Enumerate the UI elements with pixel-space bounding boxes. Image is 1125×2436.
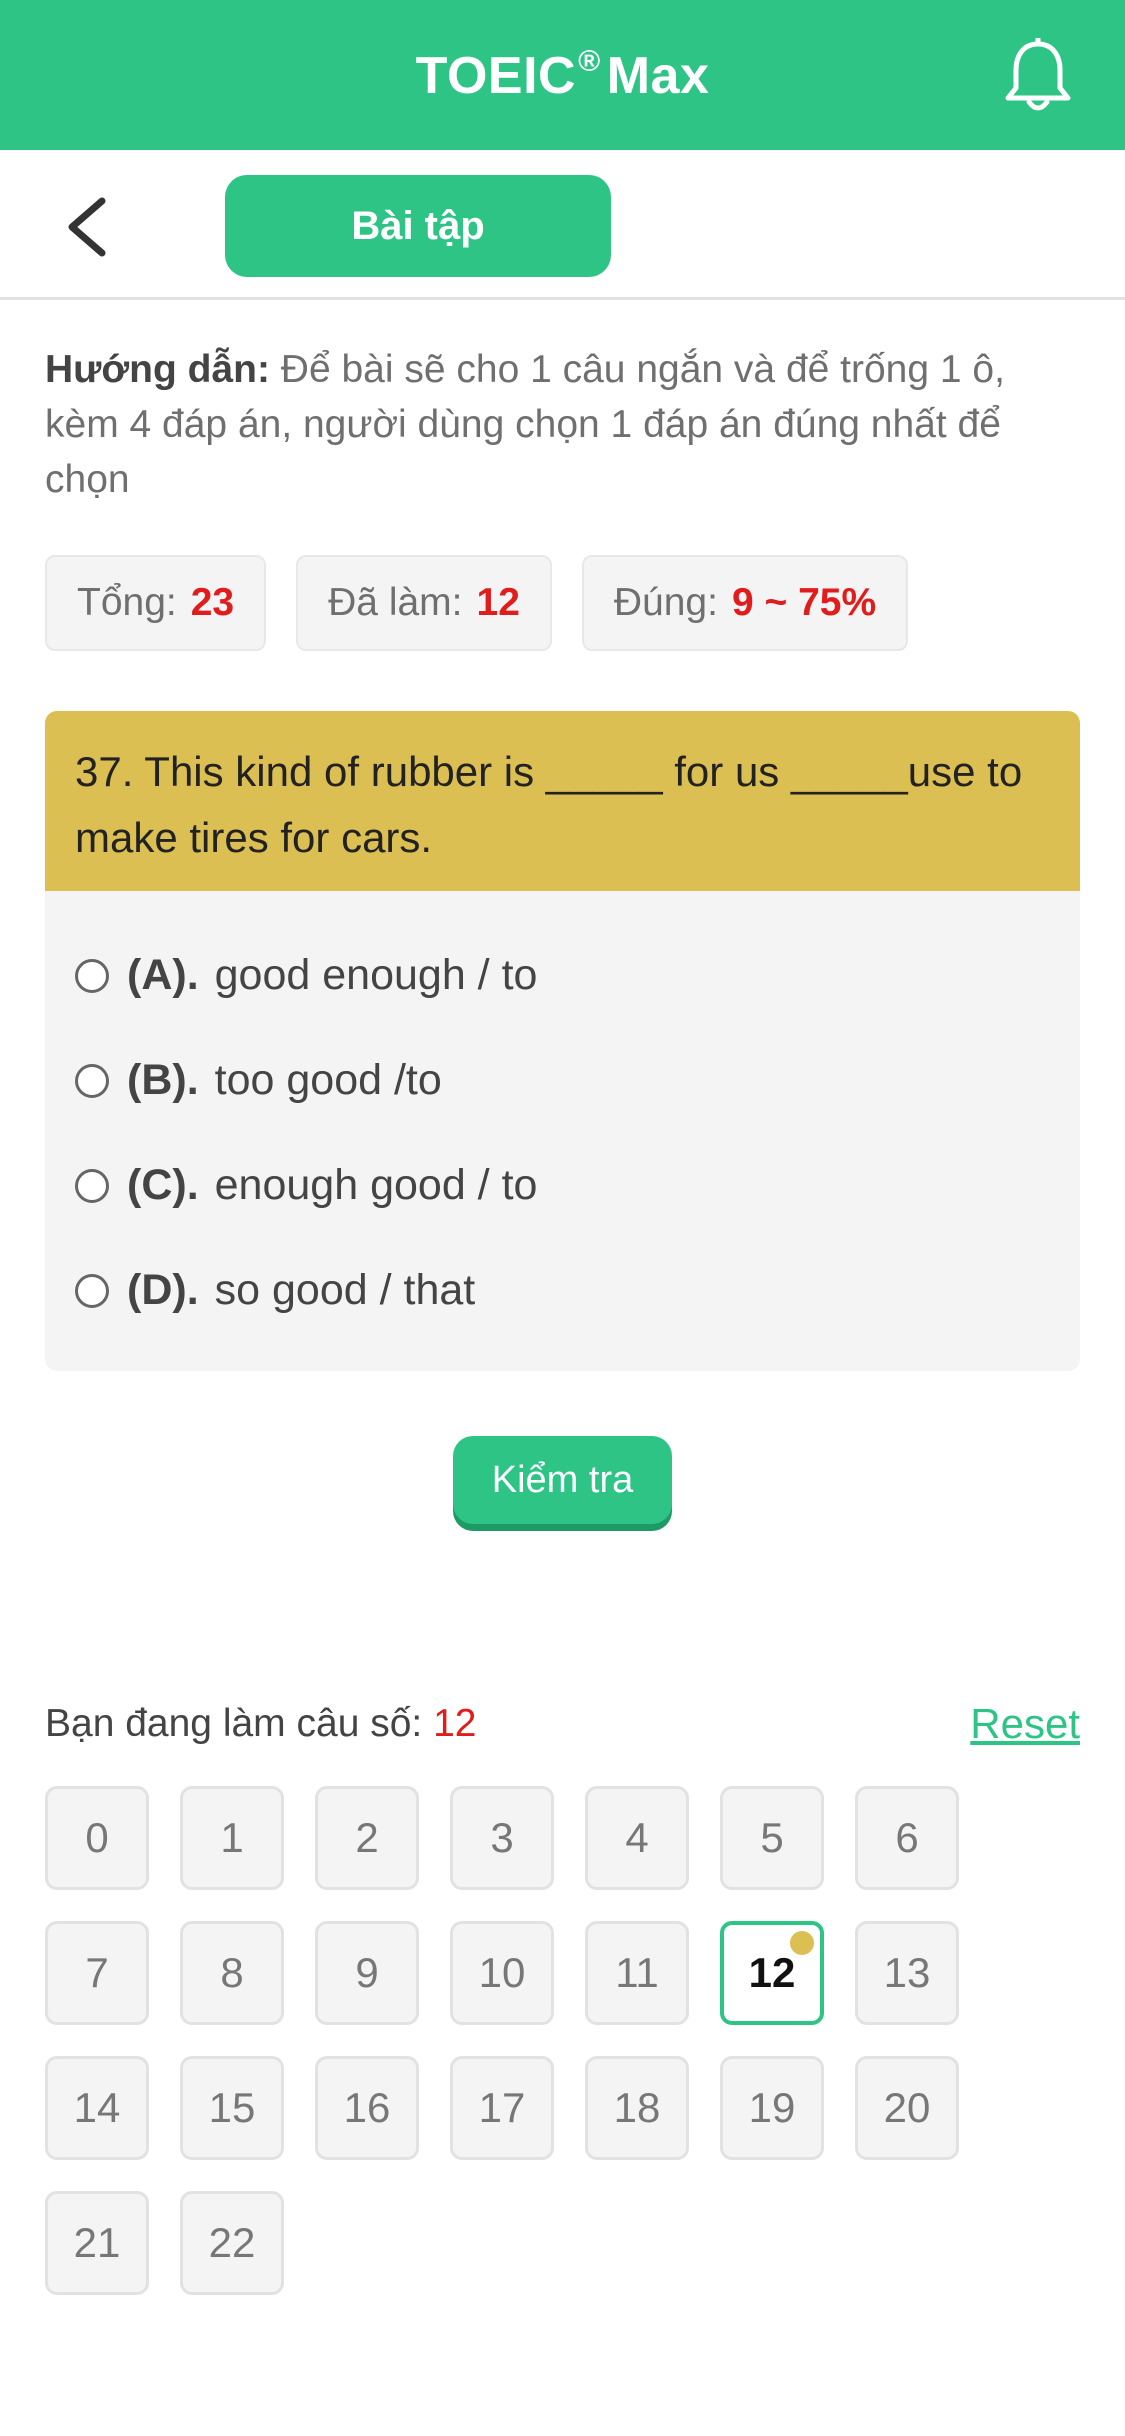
question-cell[interactable]: 10 — [450, 1921, 554, 2025]
option-a[interactable]: (A). good enough / to — [75, 951, 537, 1000]
question-cell-number: 12 — [748, 1949, 796, 1996]
question-cell[interactable]: 16 — [315, 2056, 419, 2160]
radio-icon[interactable] — [75, 1273, 109, 1308]
option-d[interactable]: (D). so good / that — [75, 1266, 475, 1315]
question-grid: 0 1 2 3 4 5 6 7 8 9 10 11 12 13 14 15 16… — [45, 1786, 1085, 2295]
question-cell[interactable]: 0 — [45, 1786, 149, 1890]
question-cell[interactable]: 6 — [855, 1786, 959, 1890]
question-cell[interactable]: 14 — [45, 2056, 149, 2160]
tab-exercises[interactable]: Bài tập — [225, 175, 611, 277]
option-text: too good /to — [214, 1056, 442, 1104]
current-question-number: 12 — [433, 1702, 477, 1745]
option-label: (A). — [127, 951, 199, 999]
app-title-rest: Max — [606, 46, 710, 105]
question-cell[interactable]: 7 — [45, 1921, 149, 2025]
question-cell[interactable]: 8 — [180, 1921, 284, 2025]
question-cell[interactable]: 1 — [180, 1786, 284, 1890]
question-cell[interactable]: 19 — [720, 2056, 824, 2160]
question-cell[interactable]: 11 — [585, 1921, 689, 2025]
stat-total: Tổng: 23 — [45, 555, 267, 651]
radio-icon[interactable] — [75, 1063, 109, 1098]
question-cell[interactable]: 4 — [585, 1786, 689, 1890]
question-cell[interactable]: 9 — [315, 1921, 419, 2025]
registered-mark: ® — [578, 44, 601, 78]
app-header: TOEIC® Max — [0, 0, 1125, 150]
bell-icon[interactable] — [1003, 38, 1073, 114]
instructions-label: Hướng dẫn: — [45, 348, 270, 391]
stat-done: Đã làm: 12 — [296, 555, 552, 651]
app-title: TOEIC® Max — [416, 45, 710, 106]
question-card: 37. This kind of rubber is _____ for us … — [45, 711, 1080, 1371]
stat-done-label: Đã làm: — [328, 581, 463, 624]
option-label: (D). — [127, 1266, 199, 1314]
question-cell[interactable]: 3 — [450, 1786, 554, 1890]
stat-done-value: 12 — [476, 581, 520, 624]
radio-icon[interactable] — [75, 1168, 109, 1203]
stat-correct-label: Đúng: — [613, 581, 718, 624]
question-cell[interactable]: 13 — [855, 1921, 959, 2025]
current-dot-icon — [790, 1931, 814, 1955]
question-cell-active[interactable]: 12 — [720, 1921, 824, 2025]
stat-total-value: 23 — [190, 581, 235, 624]
question-text: 37. This kind of rubber is _____ for us … — [45, 711, 1080, 891]
option-label: (C). — [127, 1161, 199, 1209]
stat-correct: Đúng: 9 ~ 75% — [581, 555, 909, 651]
question-cell[interactable]: 18 — [585, 2056, 689, 2160]
option-text: so good / that — [214, 1266, 476, 1314]
stat-correct-value: 9 ~ 75% — [731, 581, 877, 624]
current-question-label: Bạn đang làm câu số: — [45, 1702, 423, 1745]
reset-link[interactable]: Reset — [970, 1700, 1080, 1748]
sub-nav: Bài tập — [0, 150, 1125, 300]
instructions: Hướng dẫn: Để bài sẽ cho 1 câu ngắn và đ… — [45, 342, 1080, 507]
back-arrow-icon[interactable] — [62, 196, 112, 258]
question-cell[interactable]: 22 — [180, 2191, 284, 2295]
question-cell[interactable]: 2 — [315, 1786, 419, 1890]
check-button[interactable]: Kiểm tra — [453, 1436, 672, 1524]
question-cell[interactable]: 21 — [45, 2191, 149, 2295]
question-cell[interactable]: 20 — [855, 2056, 959, 2160]
radio-icon[interactable] — [75, 958, 109, 993]
current-question-indicator: Bạn đang làm câu số: 12 — [45, 1702, 476, 1746]
stats-bar: Tổng: 23 Đã làm: 12 Đúng: 9 ~ 75% — [45, 555, 909, 651]
question-cell[interactable]: 5 — [720, 1786, 824, 1890]
app-title-main: TOEIC — [415, 46, 577, 105]
option-c[interactable]: (C). enough good / to — [75, 1161, 537, 1210]
option-b[interactable]: (B). too good /to — [75, 1056, 442, 1105]
stat-total-label: Tổng: — [77, 581, 177, 624]
question-cell[interactable]: 15 — [180, 2056, 284, 2160]
option-text: enough good / to — [214, 1161, 538, 1209]
question-cell[interactable]: 17 — [450, 2056, 554, 2160]
option-label: (B). — [127, 1056, 199, 1104]
option-text: good enough / to — [214, 951, 538, 999]
